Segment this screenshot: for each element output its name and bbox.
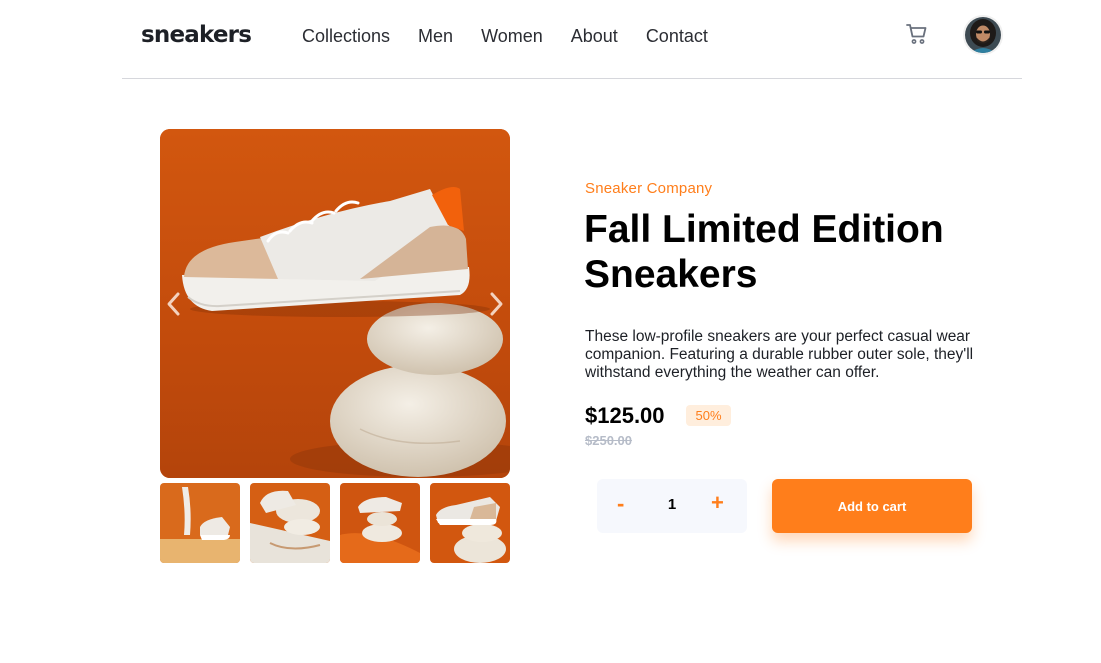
- cart-icon[interactable]: [905, 22, 929, 46]
- company-name: Sneaker Company: [585, 180, 713, 197]
- thumbnail-3[interactable]: [340, 483, 420, 563]
- thumbnail-4[interactable]: [430, 483, 510, 563]
- nav-link-contact[interactable]: Contact: [646, 26, 708, 46]
- product-title-line-2: Sneakers: [584, 253, 758, 296]
- thumbnail-strip: [160, 483, 510, 563]
- product-title-line-1: Fall Limited Edition: [584, 208, 944, 251]
- nav-link-about[interactable]: About: [571, 26, 618, 46]
- product-title: Fall Limited Edition Sneakers: [584, 207, 1004, 297]
- logo[interactable]: sneakers: [141, 22, 252, 48]
- discount-badge: 50%: [686, 405, 731, 426]
- thumbnail-2[interactable]: [250, 483, 330, 563]
- site-header: sneakers Collections Men Women About Con…: [122, 0, 1022, 79]
- nav-link-women[interactable]: Women: [481, 26, 543, 46]
- user-avatar[interactable]: [963, 15, 1003, 55]
- chevron-right-icon[interactable]: [483, 289, 509, 319]
- product-page: sneakers Collections Men Women About Con…: [0, 0, 1101, 663]
- original-price: $250.00: [585, 433, 632, 448]
- product-description: These low-profile sneakers are your perf…: [585, 328, 974, 381]
- decrease-quantity-button[interactable]: -: [617, 493, 624, 515]
- increase-quantity-button[interactable]: +: [711, 492, 724, 514]
- main-nav: Collections Men Women About Contact: [302, 26, 736, 46]
- nav-link-collections[interactable]: Collections: [302, 26, 390, 46]
- quantity-value: 1: [667, 496, 677, 513]
- quantity-stepper: - 1 +: [597, 479, 747, 533]
- main-product-image[interactable]: [160, 129, 510, 478]
- current-price: $125.00: [585, 403, 665, 428]
- chevron-left-icon[interactable]: [161, 289, 187, 319]
- thumbnail-1[interactable]: [160, 483, 240, 563]
- add-to-cart-button[interactable]: Add to cart: [772, 479, 972, 533]
- nav-link-men[interactable]: Men: [418, 26, 453, 46]
